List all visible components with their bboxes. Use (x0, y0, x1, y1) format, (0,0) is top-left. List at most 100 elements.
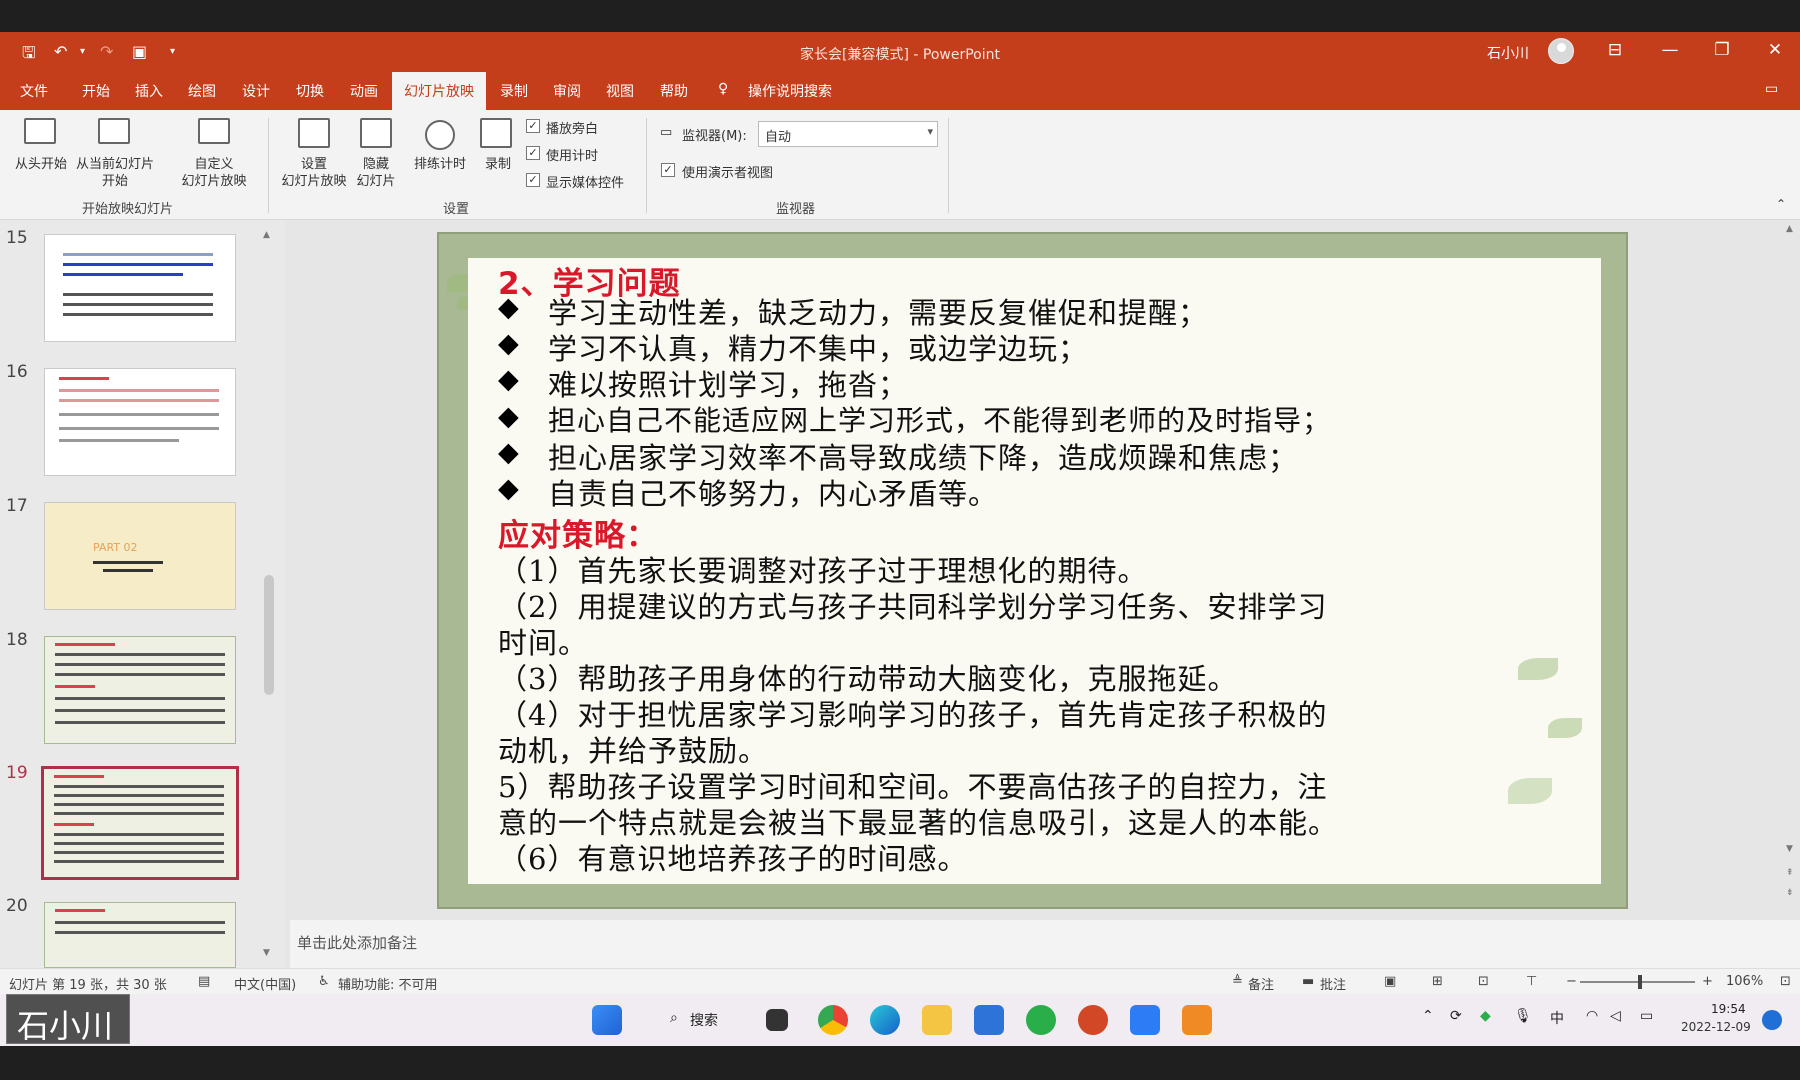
tab-review[interactable]: 审阅 (553, 81, 581, 101)
explorer-icon[interactable] (922, 1005, 952, 1035)
setup-label-2: 幻灯片放映 (281, 174, 347, 189)
wifi-icon[interactable]: ◠ (1586, 1008, 1598, 1024)
bottom-strip (0, 1046, 1800, 1080)
hide-label-1: 隐藏 (362, 157, 389, 172)
powerpoint-icon[interactable] (1078, 1005, 1108, 1035)
diamond-bullet-icon: ◆ (498, 437, 519, 468)
microphone-icon[interactable]: 🎙 (1514, 1008, 1532, 1024)
tab-record[interactable]: 录制 (500, 81, 528, 101)
restore-icon[interactable]: ❐ (1707, 40, 1737, 60)
slide-scrollbar[interactable]: ▲ ▼ ⇞ ⇟ (1782, 220, 1800, 918)
zoom-percent[interactable]: 106% (1726, 974, 1763, 989)
rehearse-timings-button[interactable]: 排练计时 (408, 156, 472, 173)
presenter-view-label: 使用演示者视图 (682, 166, 774, 181)
record-button[interactable]: 录制 (478, 156, 518, 173)
slide-thumbnail[interactable] (44, 902, 236, 968)
tab-insert[interactable]: 插入 (135, 81, 163, 101)
edge-icon[interactable] (870, 1005, 900, 1035)
ribbon-display-icon[interactable]: ⊟ (1600, 40, 1630, 60)
slide-thumbnail[interactable]: PART 02 (44, 502, 236, 610)
slide-thumbnail[interactable] (44, 636, 236, 744)
scroll-thumb[interactable] (264, 575, 274, 695)
slide-thumbnail[interactable] (44, 368, 236, 476)
search-icon[interactable]: ⌕ (670, 1010, 678, 1026)
tab-draw[interactable]: 绘图 (188, 81, 216, 101)
media-controls-checkbox[interactable]: ✓ (526, 173, 540, 187)
tray-app-icon[interactable]: ◆ (1480, 1008, 1491, 1024)
close-icon[interactable]: ✕ (1760, 40, 1790, 60)
language-status[interactable]: 中文(中国) (234, 974, 296, 993)
prev-slide-icon[interactable]: ⇞ (1786, 868, 1794, 878)
feishu-icon[interactable] (1130, 1005, 1160, 1035)
search-label[interactable]: 搜索 (690, 1010, 718, 1030)
clock-date[interactable]: 2022-12-09 (1681, 1020, 1751, 1034)
tab-transitions[interactable]: 切换 (296, 81, 324, 101)
user-name[interactable]: 石小川 (1487, 43, 1529, 63)
scroll-up-icon[interactable]: ▲ (1786, 224, 1793, 234)
notes-button[interactable]: 备注 (1248, 974, 1274, 993)
volume-icon[interactable]: ◁ (1610, 1008, 1621, 1024)
taskview-icon[interactable] (766, 1009, 788, 1031)
slide-thumbnail-pane: 15 16 17 PART 02 18 19 20 ▲ ▼ (0, 220, 285, 968)
reading-view-icon[interactable]: ⊡ (1478, 974, 1489, 989)
accessibility-status[interactable]: 辅助功能: 不可用 (338, 974, 438, 993)
ribbon-separator (948, 118, 949, 213)
notes-pane[interactable]: 单击此处添加备注 (290, 920, 1800, 968)
next-slide-icon[interactable]: ⇟ (1786, 888, 1794, 898)
mail-icon[interactable] (974, 1005, 1004, 1035)
clock-time[interactable]: 19:54 (1711, 1002, 1746, 1016)
zoom-out-icon[interactable]: − (1566, 974, 1577, 989)
slide-canvas[interactable]: 2、学习问题 ◆ 学习主动性差，缺乏动力，需要反复催促和提醒； ◆ 学习不认真，… (437, 232, 1628, 909)
tab-view[interactable]: 视图 (606, 81, 634, 101)
hide-slide-button[interactable]: 隐藏 幻灯片 (350, 156, 402, 190)
comments-icon[interactable]: ▭ (1765, 81, 1778, 97)
chevron-up-icon[interactable]: ⌃ (1422, 1008, 1434, 1024)
avatar[interactable] (1548, 38, 1574, 64)
thumb-text-line (93, 561, 163, 564)
presenter-view-checkbox[interactable]: ✓ (661, 163, 675, 177)
app-icon[interactable] (1182, 1005, 1212, 1035)
zoom-slider-thumb[interactable] (1638, 975, 1642, 989)
group-label-start: 开始放映幻灯片 (82, 202, 174, 217)
scroll-down-icon[interactable]: ▼ (1786, 844, 1793, 854)
collapse-ribbon-icon[interactable]: ⌃ (1776, 196, 1786, 213)
wechat-icon[interactable] (1026, 1005, 1056, 1035)
custom-label-2: 幻灯片放映 (181, 174, 247, 189)
ime-indicator[interactable]: 中 (1550, 1008, 1564, 1028)
tab-design[interactable]: 设计 (242, 81, 270, 101)
setup-slideshow-button[interactable]: 设置 幻灯片放映 (276, 156, 352, 190)
fit-to-window-icon[interactable]: ⊡ (1780, 974, 1791, 989)
timings-checkbox[interactable]: ✓ (526, 146, 540, 160)
tab-slideshow[interactable]: 幻灯片放映 (392, 72, 486, 110)
monitor-select[interactable]: 自动 ▾ (758, 121, 938, 147)
normal-view-icon[interactable]: ▣ (1384, 974, 1396, 989)
comments-button[interactable]: 批注 (1320, 974, 1346, 993)
chrome-icon[interactable] (818, 1005, 848, 1035)
tab-animations[interactable]: 动画 (350, 81, 378, 101)
tab-help[interactable]: 帮助 (660, 81, 688, 101)
sync-icon[interactable]: ⟳ (1450, 1008, 1462, 1024)
thumbnail-scrollbar[interactable]: ▲ ▼ (263, 230, 275, 960)
zoom-in-icon[interactable]: + (1702, 974, 1713, 989)
slideshow-view-icon[interactable]: ⊤ (1526, 974, 1537, 989)
start-icon[interactable] (592, 1005, 622, 1035)
minimize-icon[interactable]: — (1655, 40, 1685, 60)
tell-me-search[interactable]: 操作说明搜索 (748, 81, 832, 101)
from-current-button[interactable]: 从当前幻灯片 开始 (70, 156, 160, 190)
tab-file[interactable]: 文件 (20, 81, 48, 101)
custom-slideshow-button[interactable]: 自定义 幻灯片放映 (166, 156, 262, 190)
thumb-text-line (63, 263, 213, 266)
spellcheck-icon[interactable]: ▤ (198, 974, 210, 989)
slide-content: 2、学习问题 ◆ 学习主动性差，缺乏动力，需要反复催促和提醒； ◆ 学习不认真，… (468, 258, 1601, 884)
narration-checkbox[interactable]: ✓ (526, 119, 540, 133)
thumb-text-line (55, 673, 225, 676)
scroll-up-icon[interactable]: ▲ (263, 230, 270, 240)
slide-thumbnail[interactable] (44, 234, 236, 342)
slide-sorter-icon[interactable]: ⊞ (1432, 974, 1443, 989)
scroll-down-icon[interactable]: ▼ (263, 948, 270, 958)
from-beginning-button[interactable]: 从头开始 (8, 156, 74, 173)
slide-thumbnail-selected[interactable] (41, 766, 239, 880)
battery-icon[interactable]: ▭ (1640, 1008, 1653, 1024)
tab-home[interactable]: 开始 (82, 81, 110, 101)
notification-icon[interactable] (1762, 1010, 1782, 1030)
